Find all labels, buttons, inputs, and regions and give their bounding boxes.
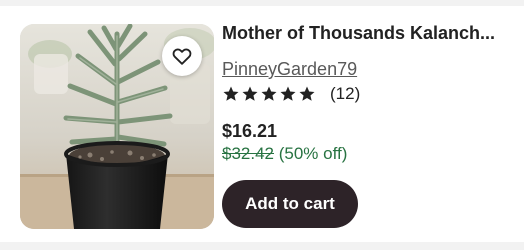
rating: (12) — [222, 84, 360, 104]
listing-title[interactable]: Mother of Thousands Kalanch... — [222, 23, 512, 44]
heart-outline-icon — [172, 48, 192, 65]
star-rating — [222, 85, 316, 103]
shop-name-link[interactable]: PinneyGarden79 — [222, 59, 357, 80]
favorite-button[interactable] — [162, 36, 202, 76]
star-icon — [242, 86, 258, 101]
original-price-line: $32.42 (50% off) — [222, 144, 347, 164]
sale-price: $16.21 — [222, 121, 278, 141]
star-icon — [261, 86, 277, 101]
star-icon — [223, 86, 239, 101]
star-icon — [280, 86, 296, 101]
top-divider — [0, 0, 524, 6]
original-price: $32.42 — [222, 144, 274, 163]
review-count: (12) — [330, 84, 361, 103]
discount-percent: (50% off) — [278, 144, 348, 163]
star-icon — [299, 86, 315, 101]
listing-card[interactable]: Mother of Thousands Kalanch... PinneyGar… — [0, 0, 524, 250]
add-to-cart-button[interactable]: Add to cart — [222, 180, 358, 228]
bottom-divider — [0, 242, 524, 250]
